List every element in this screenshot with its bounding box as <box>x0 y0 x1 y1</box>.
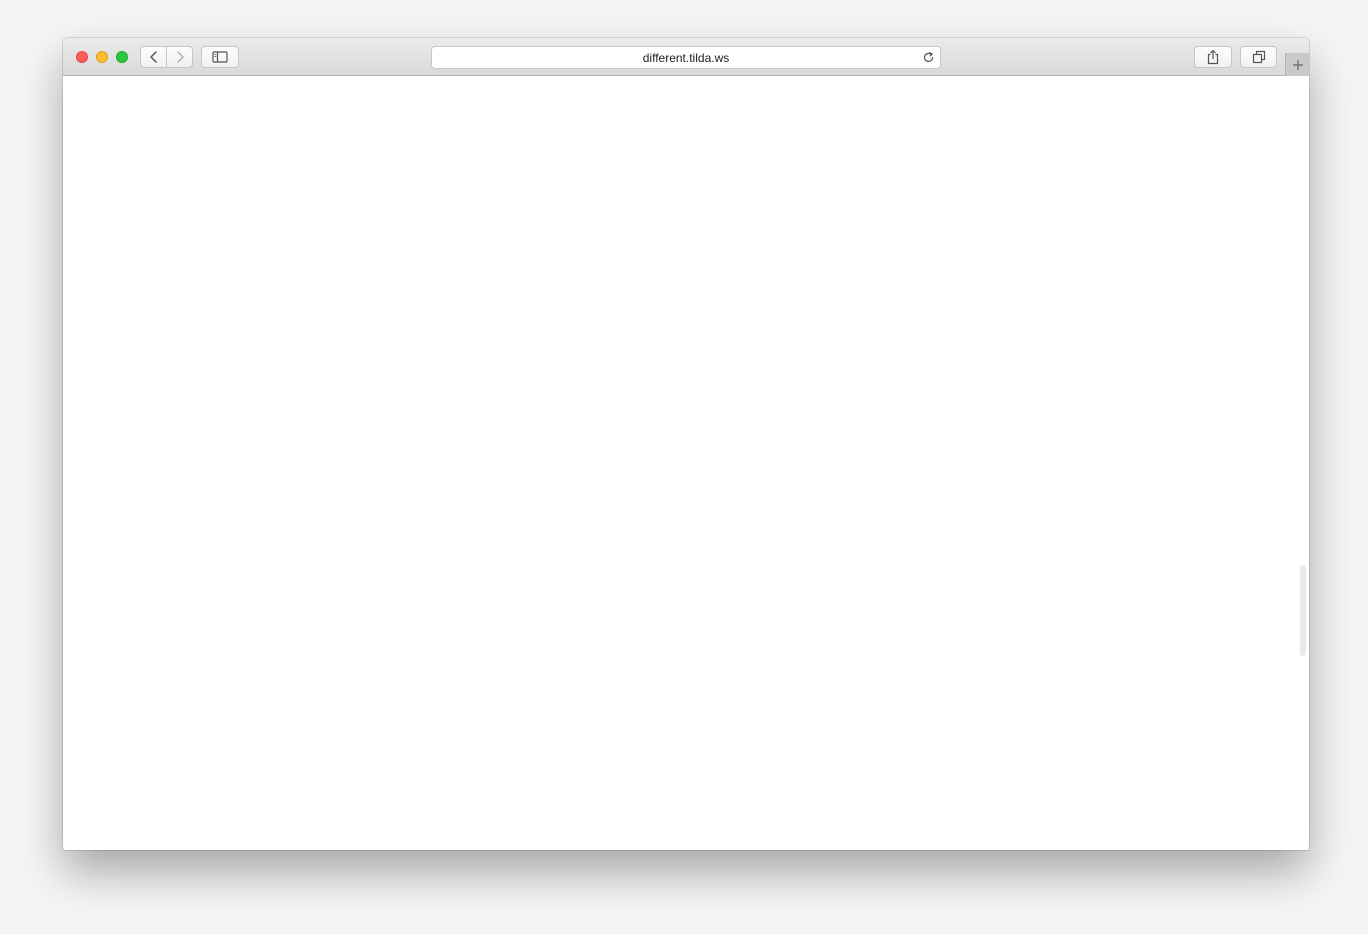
close-window-button[interactable] <box>76 51 88 63</box>
back-button[interactable] <box>140 46 167 68</box>
vertical-scrollbar-thumb[interactable] <box>1300 565 1306 656</box>
address-bar[interactable]: different.tilda.ws <box>431 46 941 69</box>
address-url: different.tilda.ws <box>642 51 730 65</box>
page-content <box>63 76 1309 850</box>
tabs-overview-button[interactable] <box>1240 46 1277 68</box>
share-icon <box>1207 49 1219 65</box>
browser-toolbar: different.tilda.ws <box>63 38 1309 76</box>
chevron-right-icon <box>176 51 184 63</box>
share-button[interactable] <box>1194 46 1232 68</box>
new-tab-button[interactable] <box>1285 53 1309 76</box>
browser-window: different.tilda.ws <box>63 38 1309 850</box>
sidebar-icon <box>212 51 228 63</box>
chevron-left-icon <box>149 51 157 63</box>
minimize-window-button[interactable] <box>96 51 108 63</box>
maximize-window-button[interactable] <box>116 51 128 63</box>
sidebar-toggle-button[interactable] <box>201 46 239 68</box>
reload-icon[interactable] <box>921 50 936 65</box>
tabs-overview-icon <box>1252 50 1265 64</box>
plus-icon <box>1292 59 1303 70</box>
forward-button[interactable] <box>166 46 193 68</box>
